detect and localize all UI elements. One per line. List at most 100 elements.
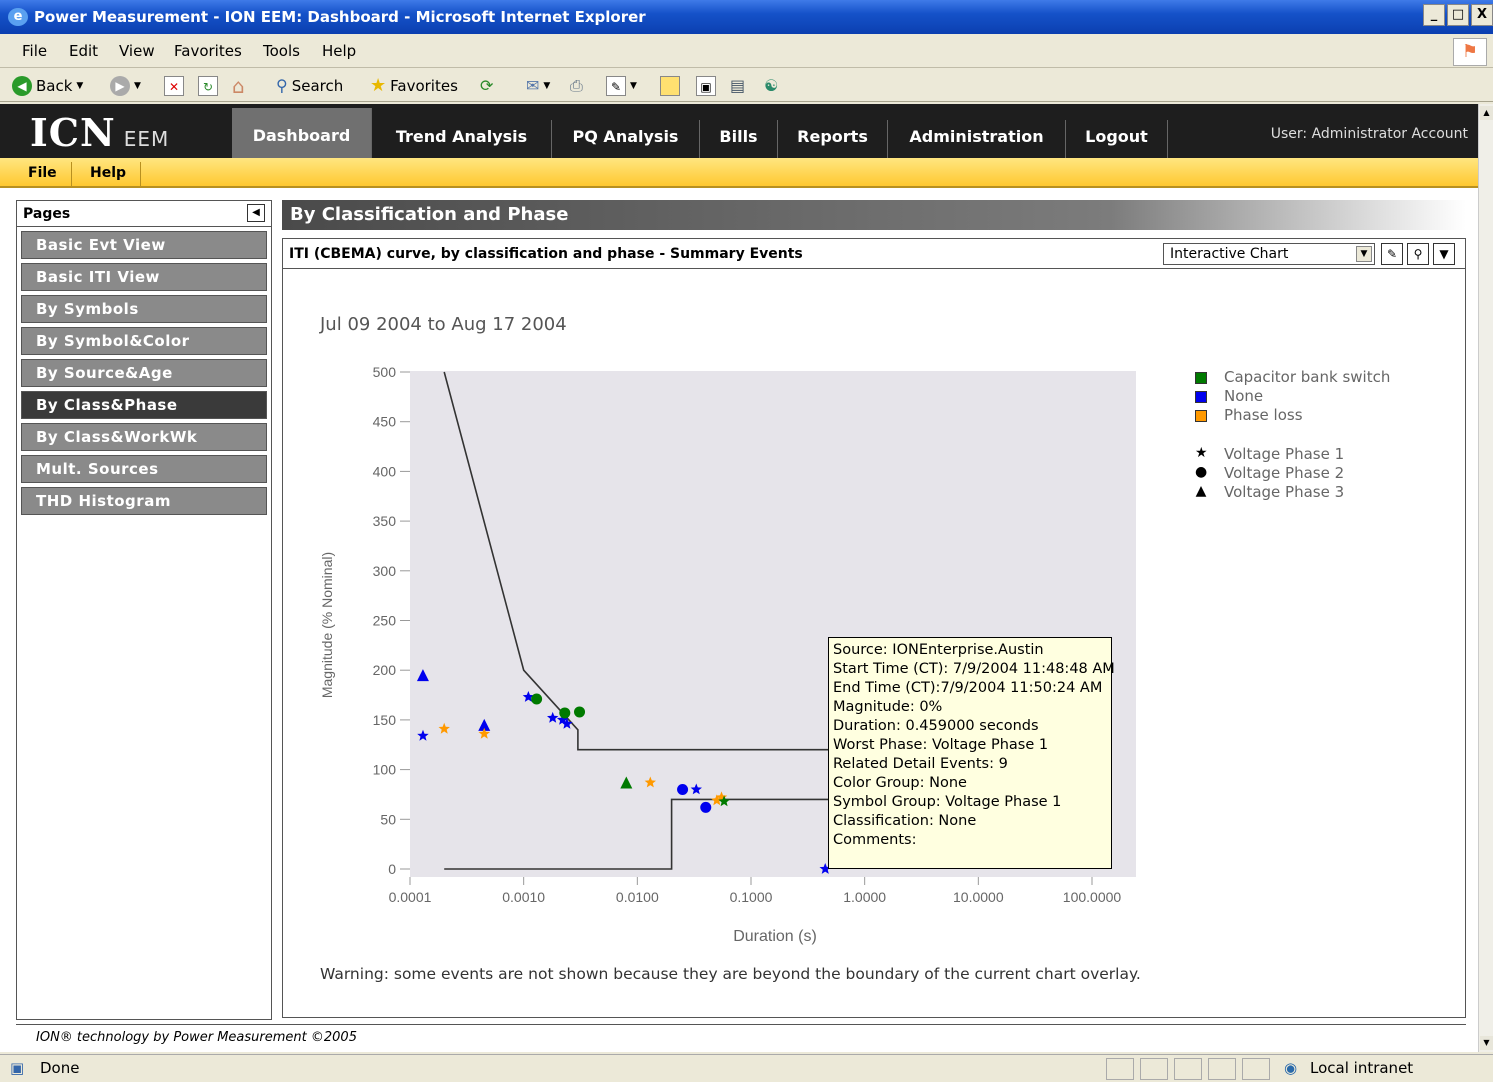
windows-logo-icon: ⚑ [1453,38,1487,66]
back-label: Back [36,77,73,95]
edit-icon: ✎ [606,76,626,96]
tooltip-line: Related Detail Events: 9 [833,756,1008,772]
scroll-up-icon[interactable]: ▲ [1480,106,1493,120]
view-select[interactable]: Interactive Chart ▼ [1163,243,1375,265]
pages-header: Pages ◀ [17,201,271,227]
stop-button[interactable]: ✕ [164,74,184,98]
print-button[interactable]: ⎙ [570,74,583,98]
page-basic-evt-view[interactable]: Basic Evt View [21,231,267,259]
search-icon: ⚲ [276,76,288,95]
submenu-file[interactable]: File [14,162,72,186]
menu-favorites[interactable]: Favorites [174,42,242,60]
y-tick-label: 0 [388,861,396,877]
tab-logout[interactable]: Logout [1066,120,1168,158]
back-button[interactable]: ◀ Back ▼ [12,74,83,98]
tooltip-line: Comments: [833,832,917,848]
zoom-icon[interactable]: ⚲ [1407,243,1429,265]
home-button[interactable]: ⌂ [232,74,245,98]
logo-text: ICN [30,110,116,155]
chart-panel-title: ITI (CBEMA) curve, by classification and… [289,246,803,262]
close-button[interactable]: X [1471,4,1493,26]
page-by-source-age[interactable]: By Source&Age [21,359,267,387]
x-tick-label: 0.0001 [389,889,432,905]
legend-swatch [1195,391,1207,403]
print-icon: ⎙ [570,76,583,95]
y-tick-label: 400 [373,463,397,479]
menu-edit[interactable]: Edit [69,42,98,60]
status-cell [1242,1058,1270,1080]
search-button[interactable]: ⚲ Search [276,74,343,98]
people-icon: ☯ [764,76,779,95]
y-axis-label: Magnitude (% Nominal) [319,552,335,698]
edit-button[interactable]: ✎ ▼ [606,74,637,98]
chart-panel-header: ITI (CBEMA) curve, by classification and… [283,239,1465,269]
scroll-down-icon[interactable]: ▼ [1480,1036,1493,1050]
minimize-button[interactable]: _ [1423,4,1445,26]
export-icon[interactable]: ▼ [1433,243,1455,265]
tooltip-line: Start Time (CT): 7/9/2004 11:48:48 AM [833,661,1115,677]
page-mult-sources[interactable]: Mult. Sources [21,455,267,483]
menu-file[interactable]: File [22,42,47,60]
x-tick-label: 0.0010 [502,889,545,905]
y-tick-label: 300 [373,563,397,579]
menu-help[interactable]: Help [322,42,356,60]
page-by-class-phase[interactable]: By Class&Phase [21,391,267,419]
status-text: Done [40,1059,80,1077]
tab-reports[interactable]: Reports [778,120,888,158]
legend-swatch [1195,410,1207,422]
page-by-symbols[interactable]: By Symbols [21,295,267,323]
edit-chart-icon[interactable]: ✎ [1381,243,1403,265]
page-basic-iti-view[interactable]: Basic ITI View [21,263,267,291]
y-tick-label: 50 [380,811,396,827]
chevron-down-icon: ▼ [543,81,551,91]
tab-trend-analysis[interactable]: Trend Analysis [372,120,552,158]
status-bar: ▣ Done ◉ Local intranet [0,1054,1493,1082]
menu-tools[interactable]: Tools [263,42,300,60]
chevron-down-icon: ▼ [630,81,637,91]
y-tick-label: 200 [373,662,397,678]
submenu-help[interactable]: Help [76,162,142,186]
note-icon [660,76,680,96]
legend-label: Capacitor bank switch [1224,368,1391,386]
data-point-circle [559,707,571,719]
star-icon: ★ [1195,445,1208,461]
history-button[interactable]: ⟳ [480,74,493,98]
stop-icon: ✕ [164,76,184,96]
research-button[interactable]: ▣ [696,74,716,98]
legend-label: Voltage Phase 3 [1224,483,1345,501]
messenger-button[interactable]: ▤ [730,74,745,98]
vertical-scrollbar[interactable]: ▲ ▼ [1478,104,1493,1052]
tooltip-line: Source: IONEnterprise.Austin [833,642,1044,658]
legend-label: Voltage Phase 2 [1224,464,1345,482]
tools-button[interactable]: ☯ [764,74,778,98]
pages-title: Pages [23,206,71,222]
favorites-button[interactable]: ★ Favorites [370,74,458,98]
app-nav-bar: ICN EEM Dashboard Trend Analysis PQ Analy… [0,104,1478,158]
refresh-button[interactable]: ↻ [198,74,218,98]
page-by-class-workwk[interactable]: By Class&WorkWk [21,423,267,451]
menu-view[interactable]: View [119,42,155,60]
tooltip-line: End Time (CT):7/9/2004 11:50:24 AM [833,680,1103,696]
forward-button[interactable]: ▶ ▼ [110,74,141,98]
collapse-icon[interactable]: ◀ [247,204,265,222]
view-select-value: Interactive Chart [1170,246,1289,262]
tab-dashboard[interactable]: Dashboard [232,108,372,158]
tooltip-line: Classification: None [833,813,977,829]
mail-button[interactable]: ✉ ▼ [526,74,550,98]
y-tick-label: 250 [373,613,397,629]
tab-bills[interactable]: Bills [700,120,778,158]
tab-pq-analysis[interactable]: PQ Analysis [552,120,700,158]
tab-administration[interactable]: Administration [888,120,1066,158]
discuss-button[interactable] [660,74,680,98]
page-by-symbol-color[interactable]: By Symbol&Color [21,327,267,355]
x-tick-label: 0.1000 [730,889,773,905]
maximize-button[interactable]: □ [1447,4,1469,26]
tooltip-line: Symbol Group: Voltage Phase 1 [833,794,1062,810]
page-thd-histogram[interactable]: THD Histogram [21,487,267,515]
browser-toolbar: ◀ Back ▼ ▶ ▼ ✕ ↻ ⌂ ⚲ Search ★ Favorites … [0,70,1493,102]
legend-label: None [1224,387,1264,405]
legend-label: Voltage Phase 1 [1224,445,1345,463]
legend-label: Phase loss [1224,406,1303,424]
status-cell [1106,1058,1134,1080]
y-tick-label: 450 [373,414,397,430]
